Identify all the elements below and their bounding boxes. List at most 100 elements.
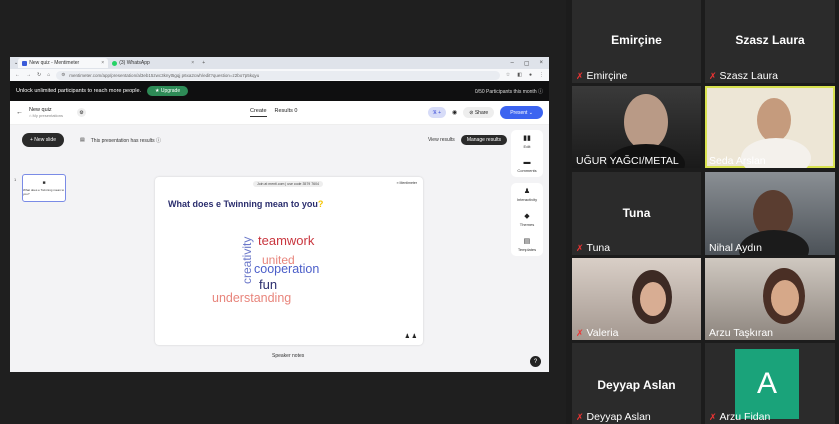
tab-label: New quiz - Mentimeter (29, 60, 80, 66)
participant-tile[interactable]: Deyyap Aslan ✗ Deyyap Aslan (572, 343, 701, 424)
participant-name: UĞUR YAĞCI/METAL (576, 155, 679, 167)
participant-name: Arzu Taşkıran (709, 327, 773, 339)
extensions-icon[interactable]: ◧ (517, 72, 522, 78)
participants-counter: 0/50 Participants this month ⓘ (474, 88, 543, 95)
participant-name: Seda Arslan (709, 155, 766, 167)
results-notice-text: This presentation has results ⓘ (90, 137, 162, 144)
mentimeter-header: ← New quiz ⌂ My presentations ⚙ Create R… (10, 101, 549, 125)
participant-display-name: Szasz Laura (735, 33, 805, 47)
browser-tab-whatsapp[interactable]: (3) WhatsApp × (108, 58, 198, 68)
settings-gear-icon[interactable]: ⚙ (77, 108, 86, 117)
participant-tile[interactable]: Arzu Taşkıran (705, 258, 835, 340)
site-info-icon[interactable]: ⚙ (61, 72, 65, 78)
bookmark-star-icon[interactable]: ☆ (506, 72, 510, 78)
browser-tab-bar: ⌄ New quiz - Mentimeter × (3) WhatsApp ×… (10, 57, 549, 69)
side-interactivity-button[interactable]: ♟ Interactivity (517, 187, 537, 202)
help-button[interactable]: ? (530, 356, 541, 367)
maximize-button[interactable]: ▢ (524, 60, 530, 67)
preview-eye-icon[interactable]: ◉ (452, 109, 457, 116)
mic-muted-icon: ✗ (576, 242, 584, 253)
back-arrow-icon[interactable]: ← (16, 109, 23, 116)
participant-avatar: A (735, 349, 799, 419)
side-panel-top: ▮▮ Edit ▬ Comments (511, 130, 543, 177)
tab-create[interactable]: Create (250, 108, 267, 117)
browser-action-icons: ☆ ◧ ● ⋮ (506, 72, 544, 78)
themes-icon: ◆ (524, 213, 530, 220)
tab-results[interactable]: Results 0 (275, 108, 298, 117)
browser-tab-mentimeter[interactable]: New quiz - Mentimeter × (18, 58, 109, 68)
breadcrumb[interactable]: ⌂ My presentations (29, 113, 63, 119)
participant-tile[interactable]: Emirçine ✗ Emirçine (572, 0, 701, 83)
new-slide-button[interactable]: + New slide (22, 133, 64, 147)
browser-window: ⌄ New quiz - Mentimeter × (3) WhatsApp ×… (10, 57, 549, 372)
word-creativity: creativity (240, 236, 254, 284)
results-count-badge: 0 (294, 108, 298, 114)
edit-icon: ▮▮ (523, 135, 531, 142)
close-tab-icon[interactable]: × (191, 60, 194, 66)
video-call-window: ⌄ New quiz - Mentimeter × (3) WhatsApp ×… (0, 0, 839, 424)
whatsapp-favicon-icon (112, 60, 118, 66)
back-arrow-icon[interactable]: ← (15, 72, 20, 78)
view-results-link[interactable]: View results (428, 137, 455, 143)
editor-workspace: + New slide ▤ This presentation has resu… (10, 125, 549, 372)
participant-video (757, 98, 791, 142)
mentimeter-favicon-icon (22, 60, 28, 66)
editor-tabs: Create Results 0 (250, 108, 297, 117)
participant-name: ✗ Valeria (576, 327, 619, 339)
participant-tile[interactable]: Nihal Aydın (705, 172, 835, 255)
participant-name: ✗ Tuna (576, 242, 611, 254)
close-tab-icon[interactable]: × (101, 60, 104, 66)
home-icon[interactable]: ⌂ (47, 72, 50, 78)
manage-results-button[interactable]: Manage results (460, 135, 507, 145)
participant-display-name: Emirçine (611, 33, 662, 47)
browser-menu-icon[interactable]: ⋮ (539, 72, 544, 78)
participant-name: ✗ Deyyap Aslan (576, 411, 651, 423)
close-window-button[interactable]: × (539, 60, 543, 67)
speaker-notes-label[interactable]: Speaker notes (272, 353, 304, 359)
participant-video (624, 94, 668, 150)
side-edit-button[interactable]: ▮▮ Edit (523, 134, 531, 149)
results-doc-icon: ▤ (80, 137, 85, 143)
reload-icon[interactable]: ↻ (37, 72, 41, 78)
mentimeter-logo: ≡ Mentimeter (396, 181, 417, 185)
participant-tile[interactable]: A ✗ Arzu Fidan (705, 343, 835, 424)
url-field[interactable]: ⚙ mentimeter.com/app/presentation/al3eb1… (56, 70, 500, 80)
tab-label: (3) WhatsApp (119, 60, 150, 66)
slide-canvas[interactable]: Join at menti.com | use code 3579 7604 ≡… (155, 177, 423, 345)
participant-tile[interactable]: UĞUR YAĞCI/METAL (572, 86, 701, 168)
participant-tile-active-speaker[interactable]: Seda Arslan (705, 86, 835, 168)
side-panel-bottom: ♟ Interactivity ◆ Themes ▤ Templates (511, 183, 543, 256)
mic-muted-icon: ✗ (576, 411, 584, 422)
upgrade-button[interactable]: ★ Upgrade (147, 86, 189, 96)
thumb-title: What does e Twinning mean to you? (23, 188, 65, 196)
word-cooperation: cooperation (254, 262, 320, 276)
participant-tile[interactable]: ✗ Valeria (572, 258, 701, 340)
mic-muted-icon: ✗ (576, 327, 584, 338)
participant-tile[interactable]: Szasz Laura ✗ Szasz Laura (705, 0, 835, 83)
present-button[interactable]: Present ⌄ (500, 106, 543, 119)
slide-footer-icons: ♟ ♟ (404, 334, 417, 340)
new-tab-button[interactable]: + (198, 60, 209, 66)
share-button[interactable]: ⊘ Share (463, 107, 495, 118)
interactivity-icon: ♟ (523, 188, 531, 195)
collaborators-avatar[interactable]: ℜ + (427, 107, 447, 118)
mic-muted-icon: ✗ (709, 411, 717, 422)
presentation-title-block: New quiz ⌂ My presentations (29, 107, 63, 119)
templates-icon: ▤ (523, 238, 531, 245)
side-themes-button[interactable]: ◆ Themes (520, 212, 534, 227)
slide-thumbnail[interactable]: ■ What does e Twinning mean to you? (22, 174, 66, 202)
word-understanding: understanding (212, 291, 292, 305)
word-fun: fun (259, 277, 278, 292)
minimize-button[interactable]: – (510, 60, 513, 67)
participant-tile[interactable]: Tuna ✗ Tuna (572, 172, 701, 255)
participant-name: ✗ Szasz Laura (709, 70, 778, 82)
side-templates-button[interactable]: ▤ Templates (518, 237, 536, 252)
comments-icon: ▬ (523, 159, 531, 166)
slide-question[interactable]: What does e Twinning mean to you? (168, 199, 323, 209)
participant-name: ✗ Arzu Fidan (709, 411, 771, 423)
profile-icon[interactable]: ● (529, 72, 532, 78)
side-comments-button[interactable]: ▬ Comments (517, 159, 536, 173)
mic-muted-icon: ✗ (709, 70, 717, 81)
participant-name: ✗ Emirçine (576, 70, 628, 82)
forward-arrow-icon[interactable]: → (26, 72, 31, 78)
